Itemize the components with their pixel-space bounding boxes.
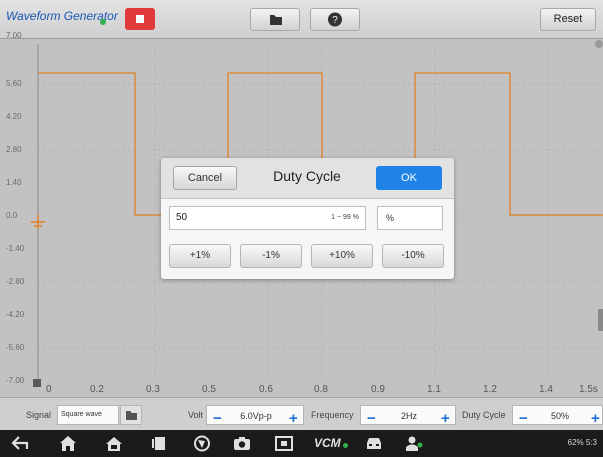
home-icon[interactable] [58, 435, 78, 452]
volt-increase-button[interactable]: + [289, 410, 298, 427]
unit-field: % [377, 206, 443, 230]
browser-icon[interactable] [192, 435, 212, 452]
duty-cycle-dialog: Cancel Duty Cycle OK 50 1 ~ 99 % % +1% -… [161, 158, 454, 279]
x-tick-label: 0.8 [314, 384, 328, 395]
help-icon: ? [328, 12, 342, 27]
duty-decrease-button[interactable]: − [519, 410, 528, 427]
y-tick-label: -7.00 [6, 376, 25, 385]
frequency-stepper[interactable]: − 2Hz + [360, 405, 456, 427]
y-tick-label: 7.00 [6, 31, 22, 40]
x-tick-label: 0.2 [90, 384, 104, 395]
frequency-decrease-button[interactable]: − [367, 410, 376, 427]
x-tick-label: 0.3 [146, 384, 160, 395]
origin-marker-icon [33, 379, 41, 387]
frequency-value: 2Hz [400, 411, 417, 421]
y-tick-label: 5.60 [6, 79, 22, 88]
x-tick-label: 1.2 [483, 384, 497, 395]
svg-text:?: ? [332, 15, 338, 26]
status-bar-info: 62% 5:3 [567, 438, 597, 447]
reset-button[interactable]: Reset [540, 8, 596, 31]
duty-value: 50% [550, 411, 569, 421]
x-tick-label: 1.5s [579, 384, 598, 395]
connection-status-dot [100, 19, 106, 25]
duty-cycle-stepper[interactable]: − 50% + [512, 405, 603, 427]
x-tick-label: 0.6 [259, 384, 273, 395]
ok-button[interactable]: OK [376, 166, 442, 190]
x-tick-label: 1.4 [539, 384, 553, 395]
open-folder-button[interactable] [250, 8, 300, 31]
mechanic-icon[interactable] [404, 435, 424, 452]
recent-apps-icon[interactable] [150, 435, 170, 452]
duty-cycle-input[interactable]: 50 1 ~ 99 % [169, 206, 366, 230]
range-hint: 1 ~ 99 % [331, 214, 359, 221]
volt-stepper[interactable]: − 6.0Vp-p + [206, 405, 304, 427]
top-toolbar: Waveform Generator ? Reset [0, 0, 603, 39]
volt-decrease-button[interactable]: − [213, 410, 222, 427]
x-tick-label: 0 [46, 384, 52, 395]
x-tick-label: 0.9 [371, 384, 385, 395]
stop-icon [136, 15, 144, 23]
x-tick-label: 0.5 [202, 384, 216, 395]
vcm-label: VCM [314, 436, 341, 450]
duty-cycle-label: Duty Cycle [462, 410, 506, 420]
camera-icon[interactable] [232, 435, 252, 452]
screenshot-icon[interactable] [274, 435, 294, 452]
help-button[interactable]: ? [310, 8, 360, 31]
back-icon[interactable] [10, 435, 30, 452]
stop-button[interactable] [125, 8, 155, 30]
duty-cycle-value: 50 [176, 212, 188, 223]
y-tick-label: -2.80 [6, 277, 25, 286]
x-tick-label: 1.1 [427, 384, 441, 395]
plus-10-percent-button[interactable]: +10% [311, 244, 373, 268]
frequency-label: Frequency [311, 410, 354, 420]
dialog-header: Cancel Duty Cycle OK [161, 158, 454, 199]
cancel-button[interactable]: Cancel [173, 166, 237, 190]
y-tick-label: 4.20 [6, 112, 22, 121]
vcm-status-dot [343, 443, 348, 448]
folder-icon [126, 411, 137, 420]
y-tick-label: 2.80 [6, 145, 22, 154]
y-tick-label: -1.40 [6, 244, 25, 253]
plus-1-percent-button[interactable]: +1% [169, 244, 231, 268]
dialog-title: Duty Cycle [273, 168, 341, 184]
duty-increase-button[interactable]: + [591, 410, 600, 427]
minus-10-percent-button[interactable]: -10% [382, 244, 444, 268]
frequency-increase-button[interactable]: + [441, 410, 450, 427]
signal-value: Square wave [61, 411, 102, 418]
system-nav-bar: VCM 62% 5:3 [0, 430, 603, 457]
signal-select[interactable]: Square wave [57, 405, 119, 425]
generator-controls: Signal Square wave Volt − 6.0Vp-p + Freq… [0, 397, 603, 431]
y-tick-label: 1.40 [6, 178, 22, 187]
volt-label: Volt [188, 410, 204, 420]
volt-value: 6.0Vp-p [240, 411, 272, 421]
minus-1-percent-button[interactable]: -1% [240, 244, 302, 268]
zoom-handle-icon[interactable] [598, 309, 603, 331]
car-icon[interactable] [364, 435, 384, 452]
ground-marker-icon [31, 215, 45, 229]
y-tick-label: 0.0 [6, 211, 18, 220]
y-tick-label: -5.60 [6, 343, 25, 352]
vci-home-icon[interactable] [104, 435, 124, 452]
settings-corner-icon[interactable] [595, 40, 603, 48]
signal-folder-button[interactable] [120, 405, 142, 425]
vcm-icon[interactable]: VCM [314, 435, 348, 452]
folder-icon [270, 15, 282, 25]
y-tick-label: -4.20 [6, 310, 25, 319]
signal-label: Signal [26, 410, 52, 420]
